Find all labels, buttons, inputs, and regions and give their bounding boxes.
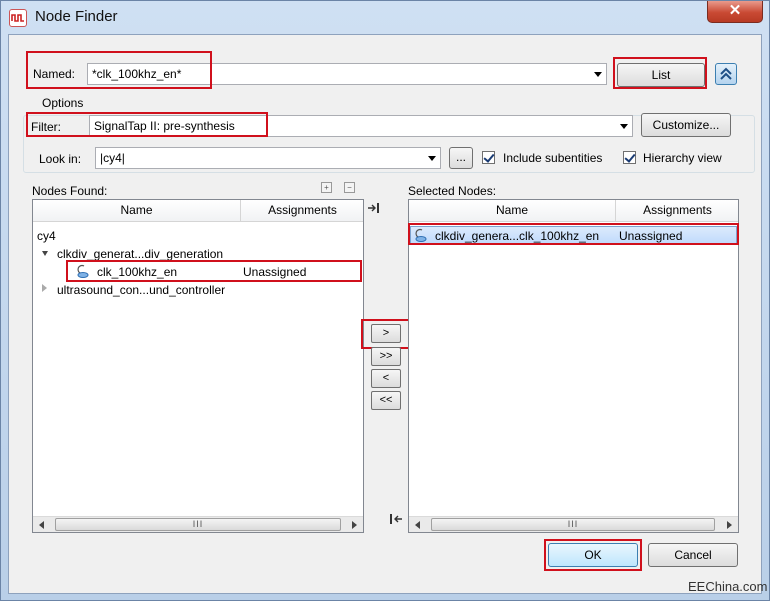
include-subentities-checkbox[interactable] xyxy=(482,151,495,164)
column-name[interactable]: Name xyxy=(33,200,241,221)
signal-node-icon xyxy=(77,264,89,278)
chevron-down-icon[interactable] xyxy=(594,72,602,77)
lookin-value: |cy4| xyxy=(100,151,125,165)
title-bar[interactable]: Node Finder ✕ xyxy=(1,1,770,35)
nodes-found-list[interactable]: Name Assignments cy4 clkdiv_generat...di… xyxy=(32,199,364,533)
lookin-combobox[interactable]: |cy4| xyxy=(95,147,441,169)
selected-row-name: clkdiv_genera...clk_100khz_en xyxy=(435,229,600,243)
list-button[interactable]: List xyxy=(617,63,705,87)
scroll-left-icon[interactable] xyxy=(39,521,44,529)
filter-value: SignalTap II: pre-synthesis xyxy=(94,119,235,133)
collapse-all-icon[interactable]: − xyxy=(344,182,355,193)
expand-arrow-icon[interactable] xyxy=(42,251,48,256)
double-chevron-up-icon xyxy=(720,67,732,80)
move-left-icon[interactable] xyxy=(389,513,403,525)
selected-row[interactable]: clkdiv_genera...clk_100khz_en Unassigned xyxy=(410,226,737,244)
collapse-options-button[interactable] xyxy=(715,63,737,85)
remove-button[interactable]: < xyxy=(371,369,401,388)
column-assignments[interactable]: Assignments xyxy=(241,200,363,221)
nodes-found-label: Nodes Found: xyxy=(32,184,108,198)
app-icon xyxy=(9,9,27,27)
chevron-down-icon[interactable] xyxy=(428,156,436,161)
window-title: Node Finder xyxy=(35,8,118,25)
cancel-button[interactable]: Cancel xyxy=(648,543,738,567)
selected-nodes-label: Selected Nodes: xyxy=(408,184,497,198)
include-subentities-label: Include subentities xyxy=(503,151,603,165)
selected-nodes-list[interactable]: Name Assignments clkdiv_genera...clk_100… xyxy=(408,199,739,533)
filter-combobox[interactable]: SignalTap II: pre-synthesis xyxy=(89,115,633,137)
hierarchy-view-checkbox[interactable] xyxy=(623,151,636,164)
add-all-button[interactable]: >> xyxy=(371,347,401,366)
horizontal-scrollbar[interactable]: III xyxy=(409,516,738,532)
browse-button[interactable]: ... xyxy=(449,147,473,169)
close-button[interactable]: ✕ xyxy=(707,1,763,23)
named-label: Named: xyxy=(33,67,76,81)
tree-leaf-name[interactable]: clk_100khz_en xyxy=(97,263,177,281)
add-button[interactable]: > xyxy=(371,324,401,343)
tree-node-ultrasound[interactable]: ultrasound_con...und_controller xyxy=(57,281,225,299)
nodes-found-header: Name Assignments xyxy=(33,200,363,222)
collapsed-arrow-icon[interactable] xyxy=(42,284,47,292)
scroll-left-icon[interactable] xyxy=(415,521,420,529)
scroll-right-icon[interactable] xyxy=(727,521,732,529)
chevron-down-icon[interactable] xyxy=(620,124,628,129)
tree-leaf-assignment: Unassigned xyxy=(243,265,307,279)
named-combobox[interactable]: *clk_100khz_en* xyxy=(87,63,607,85)
signal-node-icon xyxy=(415,228,427,242)
close-icon: ✕ xyxy=(728,2,742,19)
remove-all-button[interactable]: << xyxy=(371,391,401,410)
expand-all-icon[interactable]: + xyxy=(321,182,332,193)
tree-node-root[interactable]: cy4 xyxy=(37,227,56,245)
lookin-label: Look in: xyxy=(39,152,82,166)
tree-node-clkdiv[interactable]: clkdiv_generat...div_generation xyxy=(57,245,223,263)
scroll-right-icon[interactable] xyxy=(352,521,357,529)
selected-row-assignment: Unassigned xyxy=(619,229,683,243)
ok-button[interactable]: OK xyxy=(548,543,638,567)
column-name[interactable]: Name xyxy=(409,200,616,221)
horizontal-scrollbar[interactable]: III xyxy=(33,516,363,532)
selected-nodes-header: Name Assignments xyxy=(409,200,738,222)
scroll-thumb[interactable]: III xyxy=(55,518,341,531)
move-right-icon[interactable] xyxy=(367,202,381,214)
column-assignments[interactable]: Assignments xyxy=(616,200,738,221)
named-value: *clk_100khz_en* xyxy=(92,67,182,81)
watermark: EEChina.com xyxy=(688,579,768,594)
hierarchy-view-label: Hierarchy view xyxy=(643,151,722,165)
options-group-label: Options xyxy=(39,96,87,110)
customize-button[interactable]: Customize... xyxy=(641,113,731,137)
scroll-thumb[interactable]: III xyxy=(431,518,715,531)
filter-label: Filter: xyxy=(31,120,61,134)
dialog-body: Named: *clk_100khz_en* List Options Filt… xyxy=(8,34,762,594)
